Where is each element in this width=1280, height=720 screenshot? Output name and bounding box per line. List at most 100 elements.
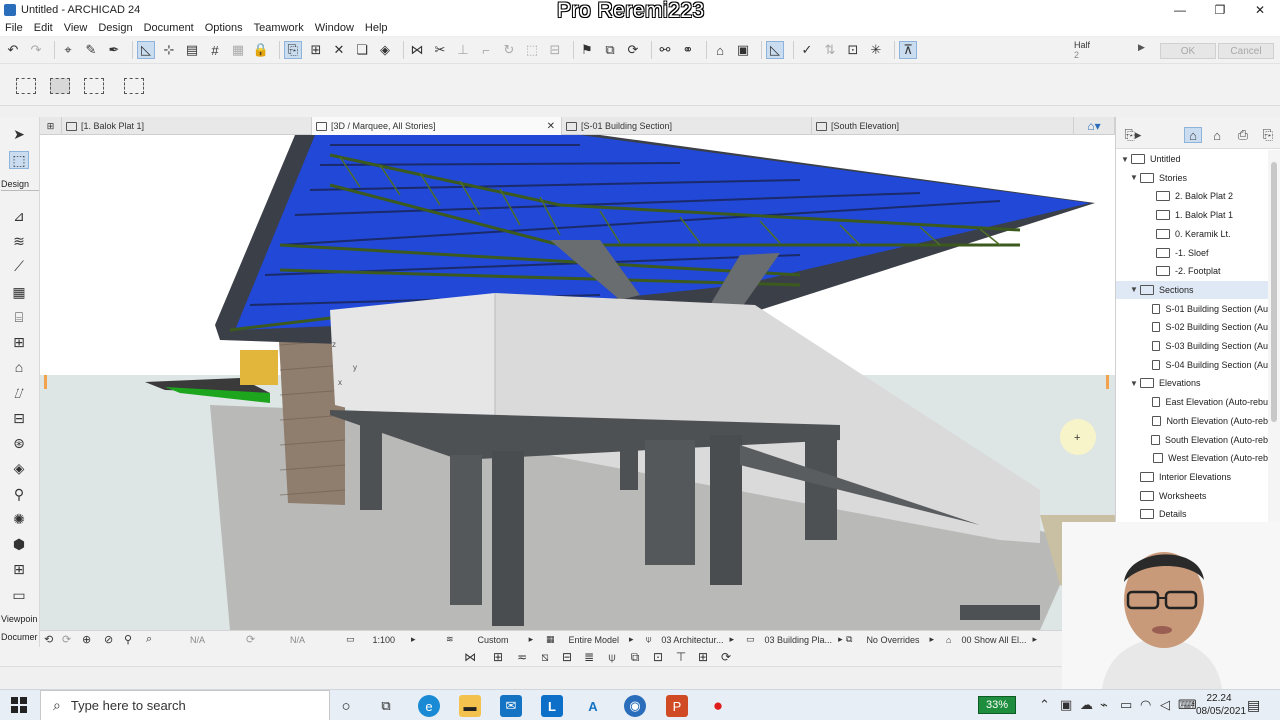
marquee-tool-icon[interactable]: ⬚ [9, 151, 29, 169]
powerpoint-icon[interactable]: P [666, 695, 688, 717]
shell-tool-icon[interactable]: ⊛ [9, 434, 29, 452]
taskbar-search[interactable]: ⌕ Type here to search [40, 690, 330, 720]
app-l-icon[interactable]: L [541, 695, 563, 717]
show-hidden-icons-icon[interactable]: ⌃ [1039, 697, 1050, 713]
edit-tool-icon[interactable]: ⊞ [490, 649, 506, 665]
undo-icon[interactable]: ↶ [4, 41, 22, 59]
power-icon[interactable]: ⌁ [1100, 697, 1108, 713]
restore-button[interactable]: ❐ [1200, 0, 1240, 20]
mail-icon[interactable]: ✉ [500, 695, 522, 717]
edit-tool-icon[interactable]: ⧉ [627, 649, 643, 665]
task-view-icon[interactable]: ⧉ [375, 695, 397, 717]
undo-view-icon[interactable]: ⟲ [44, 632, 53, 647]
marquee-all-stories-icon[interactable] [124, 78, 144, 94]
snap-guides-icon[interactable]: ⊹ [160, 41, 178, 59]
view-settings-icon[interactable]: ◈ [376, 41, 394, 59]
tab-section[interactable]: [S-01 Building Section] [562, 117, 812, 135]
tab-floor-plan[interactable]: [1. Balok Plat 1] [62, 117, 312, 135]
redo-view-icon[interactable]: ⟳ [62, 632, 71, 647]
menu-document[interactable]: Document [144, 22, 194, 34]
app-a-icon[interactable]: A [582, 695, 604, 717]
snap-grid-icon[interactable]: # [206, 41, 224, 59]
pick-up-parameters-icon[interactable]: ✎ [82, 41, 100, 59]
navigator-item[interactable]: South Elevation (Auto-reb [1116, 431, 1268, 449]
renovation-icon[interactable]: ⧉ [601, 41, 619, 59]
navigator-item[interactable]: S-02 Building Section (Au [1116, 318, 1268, 336]
menu-help[interactable]: Help [365, 22, 388, 34]
edit-tool-icon[interactable]: ⊤ [673, 649, 689, 665]
viewpoint-section-label[interactable]: Viewpoin [1, 614, 39, 624]
floor-plan-icon[interactable]: ▣ [734, 41, 752, 59]
windows-start-icon[interactable] [11, 697, 27, 713]
menu-design[interactable]: Design [98, 22, 132, 34]
column-tool-icon[interactable]: ▦ [9, 283, 29, 301]
flag-icon[interactable]: ⚑ [578, 41, 596, 59]
wall-tool-icon[interactable]: ⊿ [9, 207, 29, 225]
figure-tool-icon[interactable]: ⚲ [9, 485, 29, 503]
zoom-in-icon[interactable]: ⊕ [82, 632, 91, 647]
expand-chevron-icon[interactable]: ▼ [1121, 155, 1131, 164]
lock-icon[interactable]: 🔒 [252, 41, 270, 59]
morph-tool-icon[interactable]: ◈ [9, 459, 29, 477]
scrollbar-thumb[interactable] [1271, 162, 1277, 422]
intersect-icon[interactable]: ⋈ [408, 41, 426, 59]
marquee-rotated-icon[interactable] [84, 78, 104, 94]
close-window-button[interactable]: ✕ [1240, 0, 1280, 20]
resize-icon[interactable]: ⬚ [523, 41, 541, 59]
navigator-item[interactable]: S-01 Building Section (Au [1116, 300, 1268, 318]
guide-lines-icon[interactable]: ◺ [137, 41, 155, 59]
link-icon[interactable]: ⚭ [679, 41, 697, 59]
window-tool-icon[interactable]: ⊞ [9, 333, 29, 351]
notification-icon[interactable]: ▤ [1247, 697, 1260, 714]
tab-list-icon[interactable]: ⊞ [40, 117, 62, 135]
graphic-overrides-selector[interactable]: ⧉ No Overrides ▸ [846, 632, 934, 647]
navigator-item[interactable]: ▼ Stories [1116, 169, 1268, 187]
inject-parameters-icon[interactable]: ✒ [105, 41, 123, 59]
trim-icon[interactable]: ⊥ [454, 41, 472, 59]
door-tool-icon[interactable]: ⌸ [9, 308, 29, 326]
navigator-item[interactable]: West Elevation (Auto-reb [1116, 449, 1268, 467]
magic-wand-icon[interactable]: ✳ [867, 41, 885, 59]
model-view-options-selector[interactable]: ▭ 03 Building Pla... ▸ [746, 632, 843, 647]
volume-icon[interactable]: ◁ [1160, 697, 1170, 713]
navigator-item[interactable]: -1. Sloef [1116, 244, 1268, 262]
edit-tool-icon[interactable]: ⟳ [718, 649, 734, 665]
fit-zoom-icon[interactable]: ⌕ [146, 632, 152, 647]
redo-icon[interactable]: ↷ [27, 41, 45, 59]
menu-edit[interactable]: Edit [34, 22, 53, 34]
lamp-tool-icon[interactable]: ✺ [9, 510, 29, 528]
navigator-item[interactable]: 2. Balok Plat 2 [1116, 187, 1268, 205]
menu-view[interactable]: View [64, 22, 88, 34]
edit-tool-icon[interactable]: ⊡ [650, 649, 666, 665]
menu-file[interactable]: File [5, 22, 23, 34]
edit-tool-icon[interactable]: ≣ [581, 649, 597, 665]
edit-tool-icon[interactable]: ⧅ [537, 649, 553, 665]
display-icon[interactable]: ▭ [1120, 697, 1132, 713]
cancel-button[interactable]: Cancel [1218, 43, 1274, 59]
walk-icon[interactable]: ⚲ [124, 632, 132, 647]
edge-icon[interactable]: e [418, 695, 440, 717]
slab-tool-icon[interactable]: ≋ [9, 232, 29, 250]
edit-tool-icon[interactable]: ⊞ [695, 649, 711, 665]
confirm-check-icon[interactable]: ✓ [798, 41, 816, 59]
layers-icon[interactable]: ▦ [229, 41, 247, 59]
tab-3d-view[interactable]: [3D / Marquee, All Stories] ✕ [312, 117, 562, 135]
marquee-multi-icon[interactable] [50, 78, 70, 94]
menu-window[interactable]: Window [315, 22, 354, 34]
copy-icon[interactable]: ❏ [353, 41, 371, 59]
railing-tool-icon[interactable]: ⊟ [9, 409, 29, 427]
navigator-options-icon[interactable]: ⎘▸ [1124, 127, 1142, 143]
connect-icon[interactable]: ⚯ [656, 41, 674, 59]
3d-viewport[interactable]: z y x + [40, 135, 1115, 630]
navigator-item[interactable]: ▼ Untitled [1116, 150, 1268, 168]
view-map-icon[interactable]: ⌂ [1208, 127, 1226, 143]
file-explorer-icon[interactable]: ▬ [459, 695, 481, 717]
record-icon[interactable]: ● [707, 695, 729, 717]
angle-constraint-icon[interactable]: ◺ [766, 41, 784, 59]
menu-teamwork[interactable]: Teamwork [254, 22, 304, 34]
navigator-item[interactable]: -2. Footplat [1116, 262, 1268, 280]
design-section-label[interactable]: Design [1, 178, 39, 191]
layout-book-icon[interactable]: ⎙ [1234, 127, 1252, 143]
menu-options[interactable]: Options [205, 22, 243, 34]
edit-tool-icon[interactable]: ⍦ [604, 649, 620, 665]
